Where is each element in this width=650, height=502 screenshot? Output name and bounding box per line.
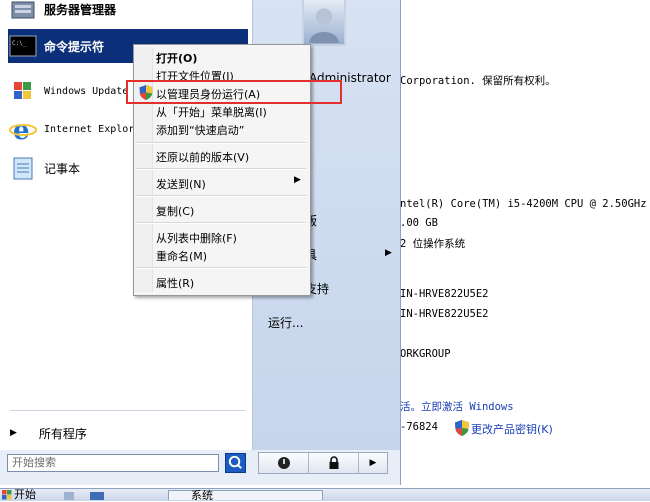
notepad-icon <box>13 157 33 180</box>
system-type-value: 2 位操作系统 <box>400 238 466 250</box>
uac-shield-icon <box>455 420 469 436</box>
server-manager-icon <box>11 1 35 19</box>
program-server-manager[interactable]: 服务器管理器 <box>8 0 248 26</box>
programs-separator <box>10 410 245 411</box>
workgroup-value: ORKGROUP <box>400 348 451 360</box>
product-id-value: -76824 <box>400 421 438 433</box>
svg-text:e: e <box>13 116 30 144</box>
full-computer-name-value: IN-HRVE822U5E2 <box>400 308 489 320</box>
cmd-icon: C:\_ <box>9 35 37 57</box>
power-controls: ▶ <box>258 452 388 474</box>
copyright-text: Corporation. 保留所有权利。 <box>400 75 556 87</box>
chevron-right-icon: ▶ <box>369 458 377 468</box>
search-button[interactable] <box>225 453 246 473</box>
windows-logo-icon <box>2 490 12 500</box>
start-search-input[interactable]: 开始搜索 <box>7 454 219 472</box>
menu-item-open[interactable]: 打开(O) <box>156 50 197 66</box>
start-button[interactable]: 开始 <box>2 489 52 500</box>
lock-button[interactable] <box>309 453 359 473</box>
power-button[interactable] <box>259 453 309 473</box>
search-icon <box>228 455 242 469</box>
menu-item-remove-from-list[interactable]: 从列表中删除(F) <box>156 230 237 246</box>
svg-text:C:\_: C:\_ <box>12 40 27 47</box>
menu-item-unpin-start-menu[interactable]: 从「开始」菜单脱离(I) <box>156 104 267 120</box>
menu-separator <box>136 142 306 144</box>
lock-icon <box>329 456 338 469</box>
expand-arrow-icon: ▶ <box>10 428 17 438</box>
quick-launch-desktop-icon[interactable] <box>90 492 104 500</box>
menu-separator <box>136 222 306 224</box>
menu-item-send-to[interactable]: 发送到(N) <box>156 176 206 192</box>
menu-item-add-quick-launch[interactable]: 添加到“快速启动” <box>156 122 244 138</box>
change-product-key-link[interactable]: 更改产品密钥(K) <box>471 421 553 437</box>
windows-update-icon <box>14 82 31 99</box>
memory-value: .00 GB <box>400 217 438 229</box>
menu-separator <box>136 195 306 197</box>
user-avatar[interactable] <box>302 0 346 46</box>
menu-item-copy[interactable]: 复制(C) <box>156 203 194 219</box>
menu-item-restore-previous[interactable]: 还原以前的版本(V) <box>156 149 249 165</box>
highlight-annotation <box>126 80 342 104</box>
menu-item-properties[interactable]: 属性(R) <box>156 275 194 291</box>
activate-windows-link[interactable]: 活。立即激活 Windows <box>400 399 514 414</box>
submenu-arrow-icon: ▶ <box>294 175 301 185</box>
menu-separator <box>136 168 306 170</box>
menu-item-rename[interactable]: 重命名(M) <box>156 248 207 264</box>
power-icon <box>277 457 290 469</box>
all-programs-button[interactable]: ▶ 所有程序 <box>10 423 240 443</box>
places-item-run[interactable]: 运行... <box>268 314 303 331</box>
shutdown-options-button[interactable]: ▶ <box>359 453 387 473</box>
taskbar-button-system[interactable]: 系统 <box>168 490 323 501</box>
ie-icon: e <box>9 116 37 144</box>
processor-value: ntel(R) Core(TM) i5-4200M CPU @ 2.50GHz <box>400 198 647 210</box>
submenu-arrow-icon: ▶ <box>385 248 392 258</box>
computer-name-value: IN-HRVE822U5E2 <box>400 288 489 300</box>
menu-separator <box>136 267 306 269</box>
quick-launch-explorer-icon[interactable] <box>64 492 74 500</box>
